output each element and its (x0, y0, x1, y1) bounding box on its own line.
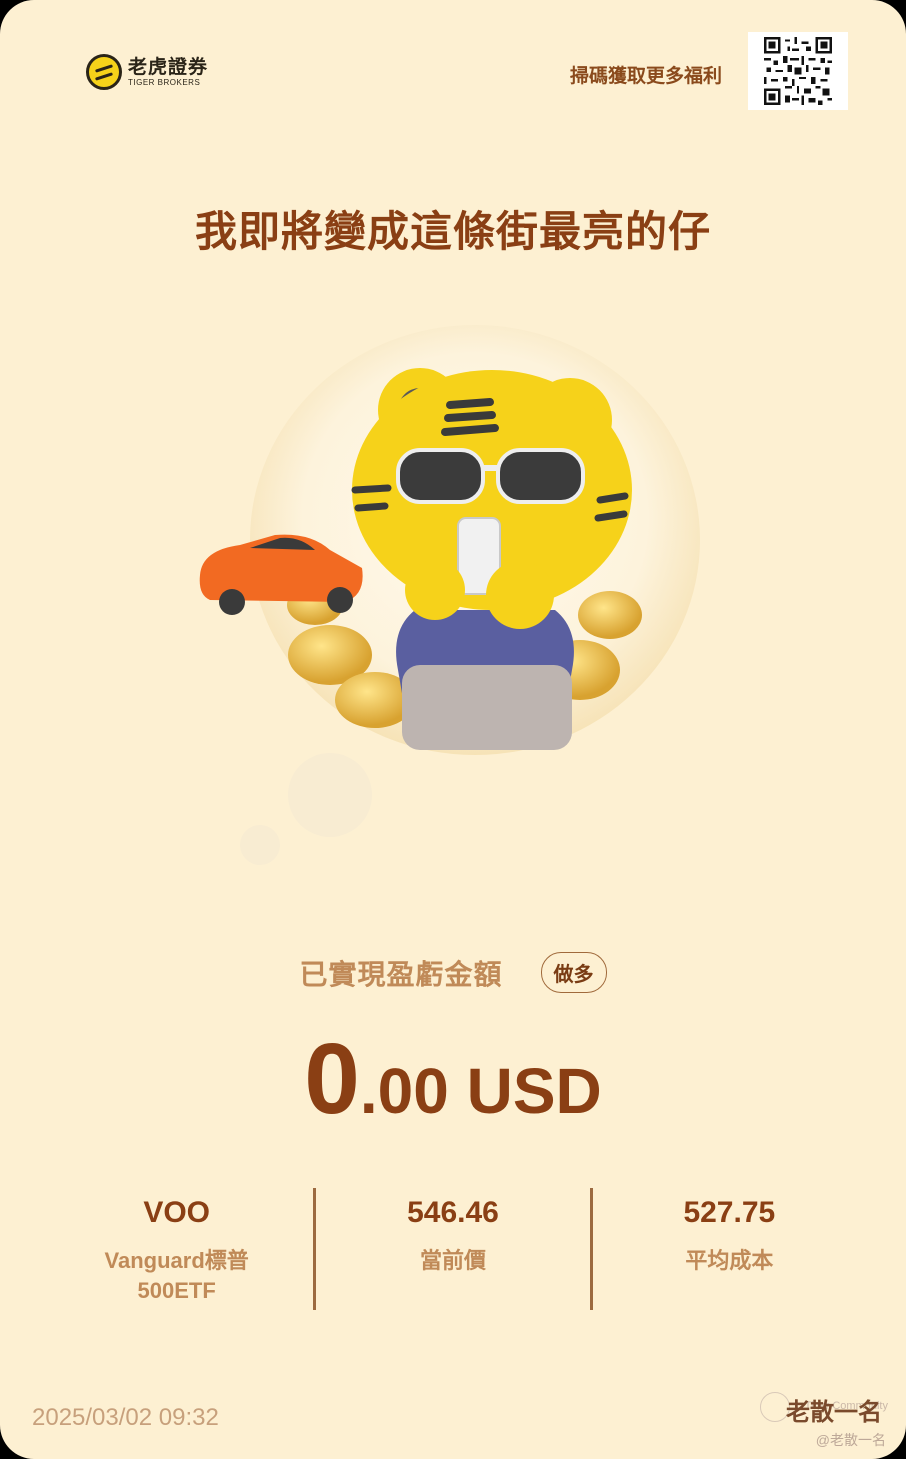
tiger-brokers-logo: 老虎證券 TIGER BROKERS (86, 54, 208, 90)
pnl-label: 已實現盈虧金額 (299, 958, 503, 990)
pnl-amount: 0.00 USD (0, 1022, 906, 1137)
stat-average-cost-value: 527.75 (683, 1196, 776, 1229)
share-card: 老虎證券 TIGER BROKERS 掃碼獲取更多福利 我即將變成這條街最亮的仔… (0, 0, 906, 1459)
logo-name-en: TIGER BROKERS (128, 77, 201, 87)
qr-code-icon[interactable] (748, 32, 848, 110)
logo-name-cn: 老虎證券 (128, 56, 209, 78)
stat-current-price: 546.46 當前價 (316, 1188, 589, 1310)
watermark-handle: @老散一名 (815, 1432, 886, 1448)
stat-current-price-value: 546.46 (407, 1196, 499, 1229)
pnl-label-row: 已實現盈虧金額 做多 (0, 952, 906, 993)
pnl-amount-rest: .00 USD (359, 1055, 602, 1127)
stat-current-price-label: 當前價 (419, 1248, 486, 1273)
stat-symbol-value: VOO (143, 1196, 210, 1229)
position-stats: VOO Vanguard標普500ETF 546.46 當前價 527.75 平… (40, 1188, 866, 1310)
stat-average-cost-label: 平均成本 (685, 1248, 774, 1273)
timestamp: 2025/03/02 09:32 (32, 1404, 219, 1431)
stat-symbol-name: Vanguard標普500ETF (104, 1248, 249, 1303)
stat-symbol: VOO Vanguard標普500ETF (40, 1188, 313, 1310)
scan-prompt: 掃碼獲取更多福利 (569, 66, 722, 87)
stat-average-cost: 527.75 平均成本 (593, 1188, 866, 1310)
pnl-amount-integer: 0 (304, 1023, 360, 1135)
headline: 我即將變成這條街最亮的仔 (194, 208, 711, 255)
direction-badge: 做多 (540, 952, 607, 993)
tiger-mascot-illustration (199, 325, 700, 865)
tiger-brokers-logo-icon (86, 54, 122, 90)
watermark: 老散一名 (786, 1392, 882, 1427)
watermark-name: 老散一名 (786, 1399, 882, 1426)
